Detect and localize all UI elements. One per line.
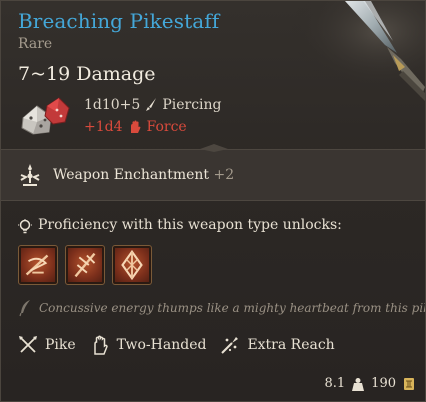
- reach-icon: [221, 337, 239, 354]
- divider-notch-icon: [200, 144, 228, 152]
- dice-icon: [21, 97, 70, 135]
- item-rarity: Rare: [18, 36, 53, 52]
- pike-action-2-icon: [74, 252, 96, 278]
- damage-bonus-type: Force: [146, 119, 187, 135]
- flavor-text: Concussive energy thumps like a mighty h…: [39, 301, 426, 315]
- item-tooltip: Breaching Pikestaff Rare 7~19 Damage 1d1…: [0, 0, 426, 402]
- gold-coin-icon: [404, 377, 414, 390]
- damage-total: 7~19 Damage: [18, 63, 156, 85]
- pike-action-3-icon: [121, 249, 143, 281]
- item-footer: 8.1 190: [324, 376, 415, 391]
- damage-bonus-dice: +1d4: [84, 119, 123, 135]
- property-extra-reach[interactable]: Extra Reach: [220, 335, 335, 355]
- damage-bonus-line: +1d4 Force: [84, 119, 187, 135]
- proficiency-bulb-icon: [18, 219, 32, 234]
- hand-icon: [93, 335, 108, 355]
- enchantment-value: +2: [213, 167, 235, 183]
- property-two-handed-label: Two-Handed: [116, 337, 207, 353]
- property-pike[interactable]: Pike: [18, 335, 76, 355]
- proficiency-label: Proficiency with this weapon type unlock…: [38, 217, 342, 233]
- weight-value: 8.1: [324, 376, 346, 391]
- damage-base-type: Piercing: [162, 97, 222, 113]
- enchantment-name: Weapon Enchantment: [53, 167, 210, 183]
- item-name: Breaching Pikestaff: [18, 9, 220, 33]
- force-icon: [130, 120, 141, 133]
- weight-icon: [352, 377, 365, 391]
- action-slot-1[interactable]: [18, 245, 58, 285]
- price-value: 190: [371, 376, 396, 391]
- damage-base-line: 1d10+5 Piercing: [84, 97, 222, 113]
- action-slot-3[interactable]: [112, 245, 152, 285]
- property-two-handed[interactable]: Two-Handed: [90, 335, 207, 355]
- piercing-icon: [146, 98, 157, 111]
- enchantment-icon: [20, 164, 40, 186]
- pike-action-1-icon: [25, 254, 49, 276]
- crossed-pikes-icon: [19, 336, 37, 353]
- weapon-properties: Pike Two-Handed Extra Reach: [18, 335, 349, 355]
- flavor-quill-icon: [19, 300, 30, 317]
- damage-base-dice: 1d10+5: [84, 97, 141, 113]
- property-extra-reach-label: Extra Reach: [247, 337, 335, 353]
- weapon-image-icon: [275, 1, 425, 101]
- property-pike-label: Pike: [45, 337, 76, 353]
- action-slot-2[interactable]: [65, 245, 105, 285]
- enchantment-label[interactable]: Weapon Enchantment +2: [53, 167, 234, 183]
